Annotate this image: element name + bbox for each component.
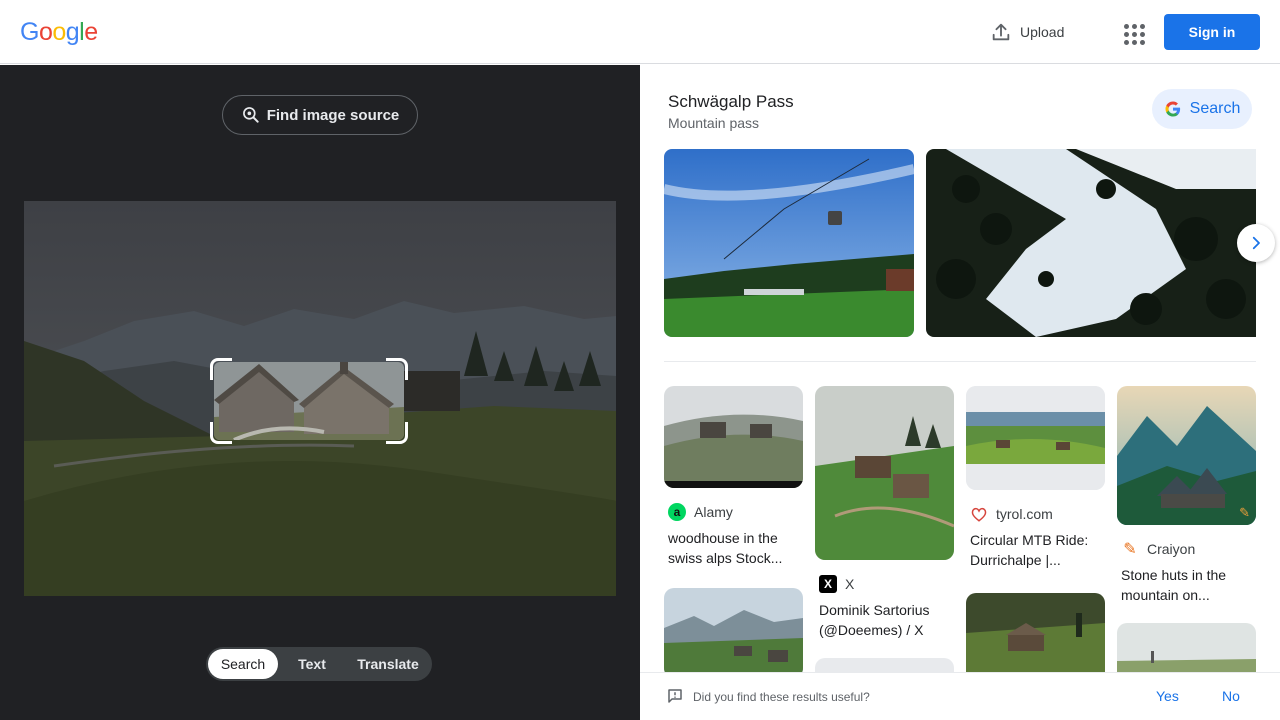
result-source: tyrol.com	[996, 506, 1053, 522]
mode-search-tab[interactable]: Search	[208, 649, 278, 679]
entity-subtitle: Mountain pass	[668, 115, 760, 131]
tyrol-icon	[970, 505, 988, 523]
craiyon-watermark-icon: ✎	[1239, 505, 1250, 520]
result-card[interactable]	[966, 593, 1105, 683]
chevron-right-icon[interactable]	[1237, 224, 1275, 262]
sign-in-button[interactable]: Sign in	[1164, 14, 1260, 50]
feedback-no-button[interactable]: No	[1222, 688, 1240, 704]
results-panel: Schwägalp Pass Mountain pass Search a Al…	[640, 65, 1280, 720]
result-card[interactable]	[664, 588, 803, 678]
result-card[interactable]: a Alamy woodhouse in the swiss alps Stoc…	[664, 386, 803, 568]
logo-letter: e	[84, 18, 98, 46]
find-image-source-button[interactable]: Find image source	[222, 95, 418, 135]
logo-letter: o	[52, 18, 66, 46]
upload-label: Upload	[1020, 24, 1065, 40]
top-bar: Google Upload Sign in	[0, 0, 1280, 64]
result-thumbnail[interactable]	[966, 593, 1105, 683]
crop-preview	[214, 362, 404, 440]
mode-translate-tab[interactable]: Translate	[346, 649, 430, 679]
entity-image-1[interactable]	[664, 149, 914, 337]
entity-search-label: Search	[1189, 100, 1241, 117]
mode-text-tab[interactable]: Text	[278, 649, 346, 679]
x-icon: X	[819, 575, 837, 593]
result-source: Craiyon	[1147, 541, 1196, 557]
find-image-source-label: Find image source	[266, 106, 400, 124]
entity-image-2[interactable]	[926, 149, 1256, 337]
result-card[interactable]: ✎ ✎ Craiyon Stone huts in the mountain o…	[1117, 386, 1256, 605]
feedback-icon	[668, 689, 682, 703]
result-thumbnail[interactable]	[664, 386, 803, 488]
result-thumbnail[interactable]	[664, 588, 803, 678]
google-g-icon	[1165, 101, 1180, 117]
craiyon-pencil-icon: ✎	[1123, 541, 1137, 558]
alamy-icon: a	[668, 503, 686, 521]
google-logo[interactable]: Google	[20, 18, 98, 47]
entity-title[interactable]: Schwägalp Pass	[668, 92, 794, 112]
apps-grid-icon[interactable]	[1118, 18, 1146, 46]
result-title[interactable]: Dominik Sartorius (@Doeemes) / X	[819, 600, 953, 640]
lens-image-panel: Find image source Search Text Translate	[0, 65, 640, 720]
logo-letter: G	[20, 18, 39, 46]
logo-letter: g	[65, 18, 80, 46]
feedback-yes-button[interactable]: Yes	[1156, 688, 1179, 704]
section-divider	[664, 361, 1256, 362]
upload-button[interactable]: Upload	[990, 18, 1064, 46]
entity-search-button[interactable]: Search	[1152, 89, 1252, 129]
upload-icon	[992, 23, 1010, 41]
crop-selection[interactable]	[210, 358, 408, 444]
result-source: X	[845, 576, 855, 592]
feedback-question: Did you find these results useful?	[693, 690, 870, 704]
result-title[interactable]: Stone huts in the mountain on...	[1121, 565, 1255, 605]
result-thumbnail[interactable]: ✎	[1117, 386, 1256, 525]
logo-letter: o	[38, 18, 53, 46]
result-title[interactable]: woodhouse in the swiss alps Stock...	[668, 528, 802, 568]
result-title[interactable]: Circular MTB Ride: Durrichalpe |...	[970, 530, 1104, 570]
result-card[interactable]: X X Dominik Sartorius (@Doeemes) / X	[815, 386, 954, 640]
result-thumbnail[interactable]	[966, 386, 1105, 490]
lens-search-icon	[242, 107, 259, 123]
result-thumbnail[interactable]	[815, 386, 954, 560]
result-card[interactable]: tyrol.com Circular MTB Ride: Durrichalpe…	[966, 386, 1105, 570]
result-source: Alamy	[694, 504, 733, 520]
lens-mode-switcher: Search Text Translate	[206, 647, 432, 681]
feedback-bar: Did you find these results useful? Yes N…	[640, 672, 1280, 720]
